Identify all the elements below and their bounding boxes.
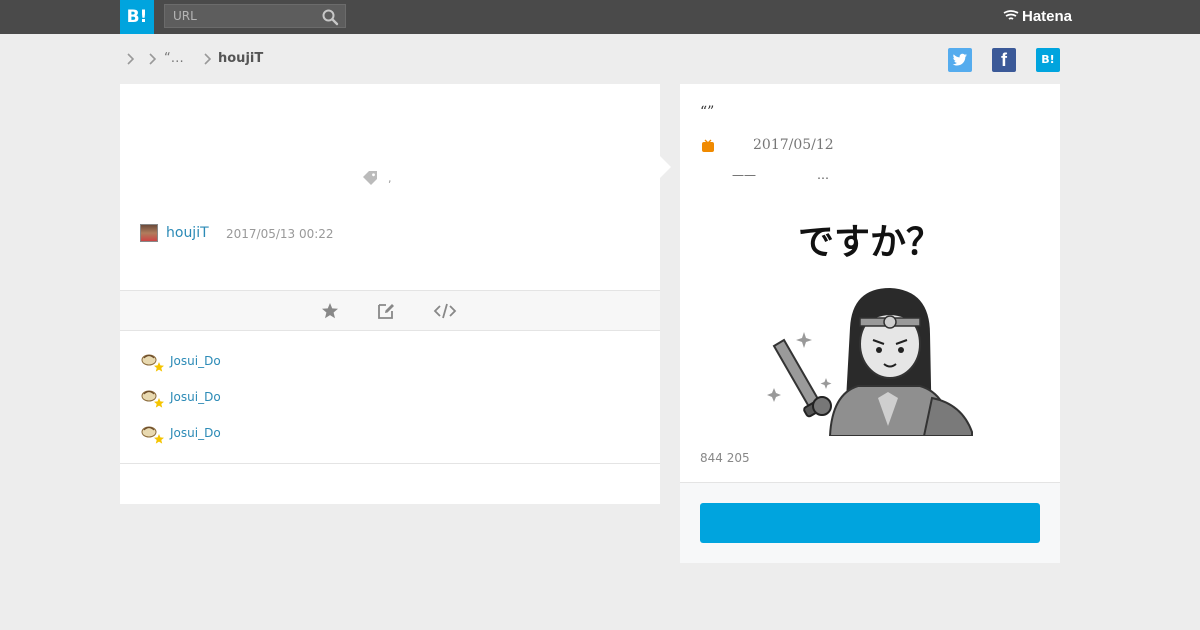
star-icon[interactable]	[319, 300, 341, 322]
chevron-right-icon	[204, 53, 211, 65]
hatena-brand-link[interactable]: Hatena	[1003, 0, 1072, 34]
top-bar: B! Hatena	[0, 0, 1200, 34]
comment-actions-bar	[120, 290, 660, 331]
hatena-mark-icon	[1003, 10, 1019, 20]
avatar[interactable]	[140, 224, 158, 242]
hatena-bookmark-logo[interactable]: B!	[120, 0, 154, 34]
card-pointer	[660, 156, 671, 178]
star-user-link[interactable]: Josui_Do	[170, 426, 221, 440]
user-star-icon[interactable]	[140, 422, 168, 446]
tag-icon	[363, 171, 377, 185]
user-star-icon[interactable]	[140, 350, 168, 374]
search-input[interactable]	[165, 5, 315, 27]
star-row: Josui_Do	[140, 350, 340, 372]
bookmark-comment-card: , houjiT 2017/05/13 00:22 Josui_Do Josui…	[120, 84, 660, 504]
hatena-brand-text: Hatena	[1022, 8, 1073, 25]
search-icon[interactable]	[321, 8, 339, 26]
facebook-share-button[interactable]: f	[992, 48, 1016, 72]
tag-text[interactable]: ,	[388, 172, 392, 185]
breadcrumb-item-entry[interactable]: “…	[164, 48, 184, 70]
thumbnail-caption: ですか？	[798, 222, 942, 263]
chevron-right-icon	[149, 53, 156, 65]
star-user-link[interactable]: Josui_Do	[170, 354, 221, 368]
user-star-icon[interactable]	[140, 386, 168, 410]
chevron-right-icon	[127, 53, 134, 65]
star-user-link[interactable]: Josui_Do	[170, 390, 221, 404]
hatebu-share-button[interactable]: B!	[1036, 48, 1060, 72]
edit-icon[interactable]	[375, 300, 397, 322]
entry-date: 2017/05/12	[753, 137, 834, 153]
search-box	[164, 4, 346, 28]
breadcrumb-item-current: houjiT	[218, 51, 264, 66]
star-row: Josui_Do	[140, 386, 340, 408]
divider	[120, 463, 660, 464]
site-favicon-icon	[702, 139, 714, 152]
entry-thumbnail-image[interactable]: ですか？	[760, 216, 980, 436]
twitter-share-button[interactable]	[948, 48, 972, 72]
entry-description: —— …	[732, 168, 830, 182]
comment-datetime: 2017/05/13 00:22	[226, 227, 334, 241]
twitter-icon	[952, 53, 967, 66]
entry-title[interactable]: “”	[700, 104, 714, 120]
username-link[interactable]: houjiT	[166, 222, 209, 244]
hatebu-icon: B!	[1041, 53, 1055, 66]
entry-footer	[680, 482, 1060, 563]
bookmark-count: 844 205	[700, 451, 750, 465]
entry-card: “” 2017/05/12 —— … ですか？ 844 205	[680, 84, 1060, 563]
facebook-icon: f	[1001, 50, 1007, 70]
bookmark-entry-button[interactable]	[700, 503, 1040, 543]
star-row: Josui_Do	[140, 422, 340, 444]
embed-code-icon[interactable]	[433, 300, 457, 322]
